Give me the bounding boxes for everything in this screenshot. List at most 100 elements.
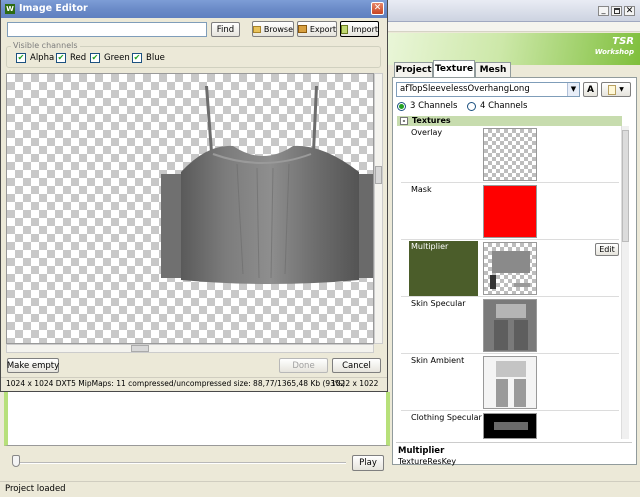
play-button[interactable]: Play bbox=[352, 455, 384, 471]
font-button[interactable]: A bbox=[583, 82, 598, 97]
logo-line-2: Workshop bbox=[594, 48, 634, 56]
scroll-thumb[interactable] bbox=[131, 345, 149, 352]
multiplier-swatch bbox=[483, 242, 537, 295]
browse-label: Browse bbox=[263, 24, 293, 34]
texture-row-clothing-specular[interactable]: Clothing Specular bbox=[401, 411, 619, 439]
dialog-close-button[interactable]: ✕ bbox=[371, 2, 384, 15]
image-info-text: 1024 x 1024 DXT5 MipMaps: 11 compressed/… bbox=[6, 379, 346, 388]
make-empty-button[interactable]: Make empty bbox=[7, 358, 59, 373]
minimize-button[interactable]: _ bbox=[598, 6, 609, 16]
tab-project[interactable]: Project bbox=[394, 62, 433, 77]
textures-group-header[interactable]: - Textures bbox=[397, 116, 622, 126]
chevron-down-icon: ▼ bbox=[619, 86, 624, 93]
radio-4-channels-label: 4 Channels bbox=[480, 101, 528, 111]
channel-green-checkbox[interactable]: ✔ Green bbox=[90, 53, 130, 63]
page-icon bbox=[608, 84, 617, 95]
checkmark-icon: ✔ bbox=[16, 53, 26, 63]
checkmark-icon: ✔ bbox=[90, 53, 100, 63]
texture-row-multiplier[interactable]: Multiplier Edit bbox=[401, 240, 619, 297]
info-box: Multiplier TextureResKey bbox=[396, 442, 632, 466]
maximize-icon bbox=[614, 8, 620, 14]
texture-row-overlay[interactable]: Overlay bbox=[401, 126, 619, 183]
tab-mesh[interactable]: Mesh bbox=[475, 62, 511, 77]
radio-3-channels-label: 3 Channels bbox=[410, 101, 458, 111]
collapse-icon: - bbox=[400, 117, 408, 125]
close-icon: ✕ bbox=[625, 6, 634, 16]
texture-label: Multiplier bbox=[411, 242, 449, 251]
texture-select[interactable]: afTopSleevelessOverhangLong ▼ bbox=[396, 82, 580, 97]
texture-list-scrollbar[interactable] bbox=[621, 126, 629, 439]
chevron-down-icon: ▼ bbox=[567, 83, 579, 96]
texture-label: Skin Ambient bbox=[411, 356, 465, 365]
channel-label: Red bbox=[70, 53, 87, 63]
export-icon bbox=[298, 25, 307, 33]
canvas-horizontal-scrollbar[interactable] bbox=[6, 344, 374, 353]
edit-button[interactable]: Edit bbox=[595, 243, 619, 256]
export-button[interactable]: Export bbox=[297, 21, 337, 37]
channel-blue-checkbox[interactable]: ✔ Blue bbox=[132, 53, 165, 63]
scroll-thumb[interactable] bbox=[622, 130, 629, 242]
tsr-logo: TSR Workshop bbox=[590, 37, 634, 59]
radio-empty-icon bbox=[467, 101, 476, 111]
image-size-text: 1022 x 1022 bbox=[331, 379, 379, 388]
channel-label: Green bbox=[104, 53, 130, 63]
image-canvas[interactable] bbox=[6, 73, 374, 344]
close-icon: ✕ bbox=[373, 3, 382, 13]
minimize-icon: _ bbox=[601, 5, 606, 14]
skin-specular-swatch bbox=[483, 299, 537, 352]
texture-label: Clothing Specular bbox=[411, 413, 482, 422]
texture-select-value: afTopSleevelessOverhangLong bbox=[400, 84, 530, 94]
done-button[interactable]: Done bbox=[279, 358, 328, 373]
radio-3-channels[interactable]: 3 Channels bbox=[397, 100, 457, 112]
skin-ambient-swatch bbox=[483, 356, 537, 409]
dialog-status-bar: 1024 x 1024 DXT5 MipMaps: 11 compressed/… bbox=[1, 377, 387, 391]
checkmark-icon: ✔ bbox=[56, 53, 66, 63]
channel-alpha-checkbox[interactable]: ✔ Alpha bbox=[16, 53, 54, 63]
close-button[interactable]: ✕ bbox=[624, 6, 635, 16]
app-icon: W bbox=[5, 4, 15, 14]
channel-label: Alpha bbox=[30, 53, 55, 63]
texture-label: Overlay bbox=[411, 128, 443, 137]
checkmark-icon: ✔ bbox=[132, 53, 142, 63]
channel-red-checkbox[interactable]: ✔ Red bbox=[56, 53, 86, 63]
import-button[interactable]: Import bbox=[340, 21, 379, 37]
overlay-swatch bbox=[483, 128, 537, 181]
radio-selected-icon bbox=[397, 101, 406, 111]
page-menu-button[interactable]: ▼ bbox=[601, 82, 631, 97]
texture-row-skin-specular[interactable]: Skin Specular bbox=[401, 297, 619, 354]
mask-swatch bbox=[483, 185, 537, 238]
slider-handle[interactable] bbox=[12, 455, 20, 467]
info-title: Multiplier bbox=[398, 446, 445, 456]
folder-icon bbox=[253, 25, 261, 33]
timeline-slider[interactable] bbox=[12, 455, 346, 467]
scroll-thumb[interactable] bbox=[375, 166, 382, 184]
main-status-bar: Project loaded bbox=[0, 481, 640, 497]
texture-label: Mask bbox=[411, 185, 432, 194]
texture-row-mask[interactable]: Mask bbox=[401, 183, 619, 240]
logo-line-1: TSR bbox=[612, 36, 634, 47]
export-label: Export bbox=[309, 24, 336, 34]
letter-a-icon: A bbox=[587, 84, 594, 95]
browse-button[interactable]: Browse bbox=[252, 21, 294, 37]
radio-4-channels[interactable]: 4 Channels bbox=[467, 100, 527, 112]
dialog-title: Image Editor bbox=[19, 3, 88, 14]
find-button[interactable]: Find bbox=[211, 22, 240, 37]
clothing-specular-swatch bbox=[483, 413, 537, 439]
status-text: Project loaded bbox=[5, 484, 66, 494]
tab-texture[interactable]: Texture bbox=[433, 60, 475, 77]
image-editor-dialog: W Image Editor ✕ Find Browse Export Impo… bbox=[0, 0, 388, 392]
canvas-vertical-scrollbar[interactable] bbox=[374, 73, 383, 344]
info-text: TextureResKey bbox=[398, 457, 457, 466]
garment-texture bbox=[161, 86, 373, 284]
texture-row-skin-ambient[interactable]: Skin Ambient bbox=[401, 354, 619, 411]
channel-label: Blue bbox=[146, 53, 165, 63]
visible-channels-label: Visible channels bbox=[11, 41, 80, 50]
cancel-button[interactable]: Cancel bbox=[332, 358, 381, 373]
maximize-button[interactable] bbox=[611, 6, 622, 16]
textures-group-label: Textures bbox=[412, 116, 451, 125]
dialog-titlebar[interactable]: W Image Editor ✕ bbox=[1, 0, 387, 18]
import-icon bbox=[341, 24, 349, 34]
import-label: Import bbox=[351, 24, 378, 34]
texture-label: Skin Specular bbox=[411, 299, 466, 308]
search-input[interactable] bbox=[7, 22, 207, 37]
